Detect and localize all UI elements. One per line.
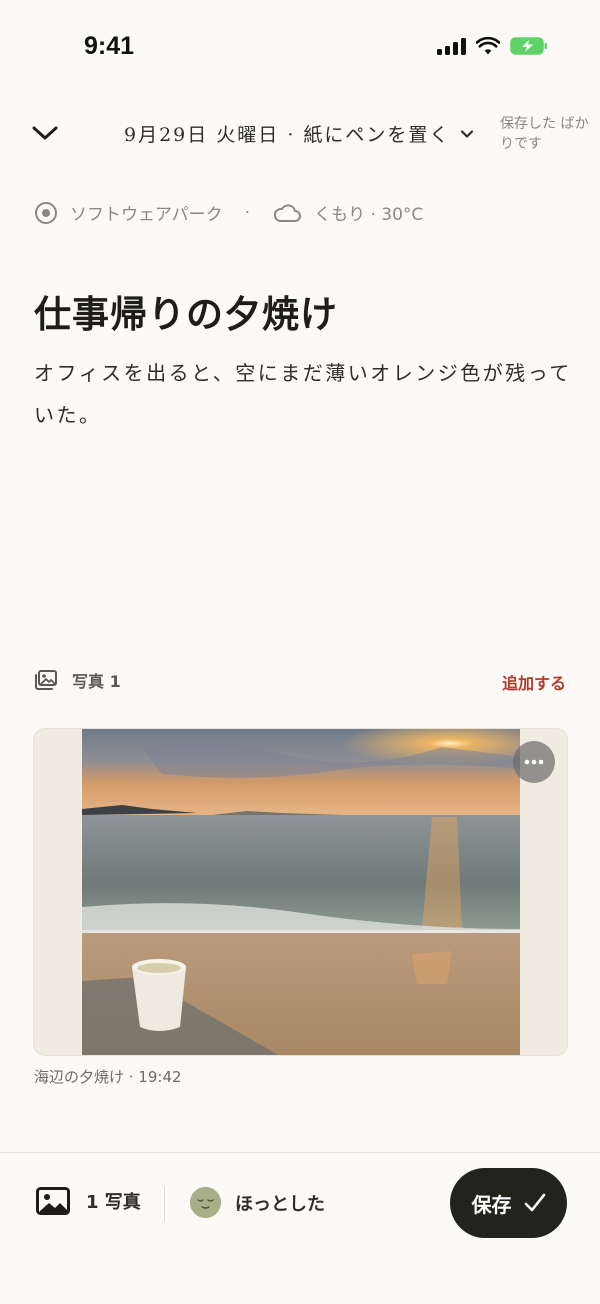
status-icons: [437, 36, 548, 56]
save-button-label: 保存: [471, 1192, 512, 1217]
photo-count-label: 1 写真: [86, 1192, 141, 1213]
photos-label-group: 写真 1: [34, 668, 121, 692]
header: 9月29日 火曜日 · 紙にペンを置く 保存した ばかりです: [0, 104, 600, 164]
add-photo-link[interactable]: 追加する: [502, 670, 566, 694]
relieved-face-icon: [190, 1187, 221, 1218]
chevron-down-icon: [32, 126, 58, 140]
location-icon: [35, 201, 57, 224]
battery-charging-icon: [510, 37, 547, 55]
checkmark-icon: [524, 1193, 545, 1212]
mood-button[interactable]: ほっとした: [190, 1187, 325, 1218]
wifi-icon: [476, 37, 500, 55]
location-label[interactable]: ソフトウェアパーク: [70, 200, 223, 225]
save-status: 保存した ばかりです: [500, 116, 589, 152]
sunset-beach-photo[interactable]: [82, 729, 520, 1056]
entry-meta: ソフトウェアパーク · くもり · 30°C: [34, 200, 423, 225]
photo-card[interactable]: [33, 728, 568, 1056]
entry-title[interactable]: 仕事帰りの夕焼け: [34, 284, 338, 338]
back-button[interactable]: [28, 116, 62, 150]
photos-section-header: 写真 1 追加する: [34, 668, 566, 696]
photo-count-button[interactable]: 1 写真: [36, 1187, 141, 1215]
photos-count-label: 写真 1: [72, 672, 121, 691]
photo-caption: 海辺の夕焼け · 19:42: [34, 1068, 182, 1086]
meta-separator: ·: [244, 202, 251, 223]
image-icon: [36, 1187, 70, 1215]
entry-date-label: 9月29日 火曜日 · 紙にペンを置く: [124, 124, 451, 146]
status-bar: 9:41: [0, 0, 600, 96]
photo-more-button[interactable]: [513, 741, 555, 783]
photos-icon: [35, 670, 57, 690]
entry-date-selector[interactable]: 9月29日 火曜日 · 紙にペンを置く: [124, 120, 474, 147]
status-time: 9:41: [84, 32, 135, 60]
more-dots-icon: [524, 759, 544, 765]
entry-body[interactable]: オフィスを出ると、空にまだ薄いオレンジ色が残っていた。: [34, 352, 574, 436]
cloud-icon: [274, 203, 302, 222]
cellular-signal-icon: [437, 37, 466, 55]
chevron-down-small-icon: [461, 129, 474, 138]
mood-label: ほっとした: [235, 1193, 325, 1215]
toolbar-divider: [164, 1187, 165, 1221]
bottom-toolbar: 1 写真 ほっとした 保存: [0, 1152, 600, 1304]
weather-label[interactable]: くもり · 30°C: [314, 200, 423, 225]
save-button[interactable]: 保存: [450, 1168, 567, 1238]
